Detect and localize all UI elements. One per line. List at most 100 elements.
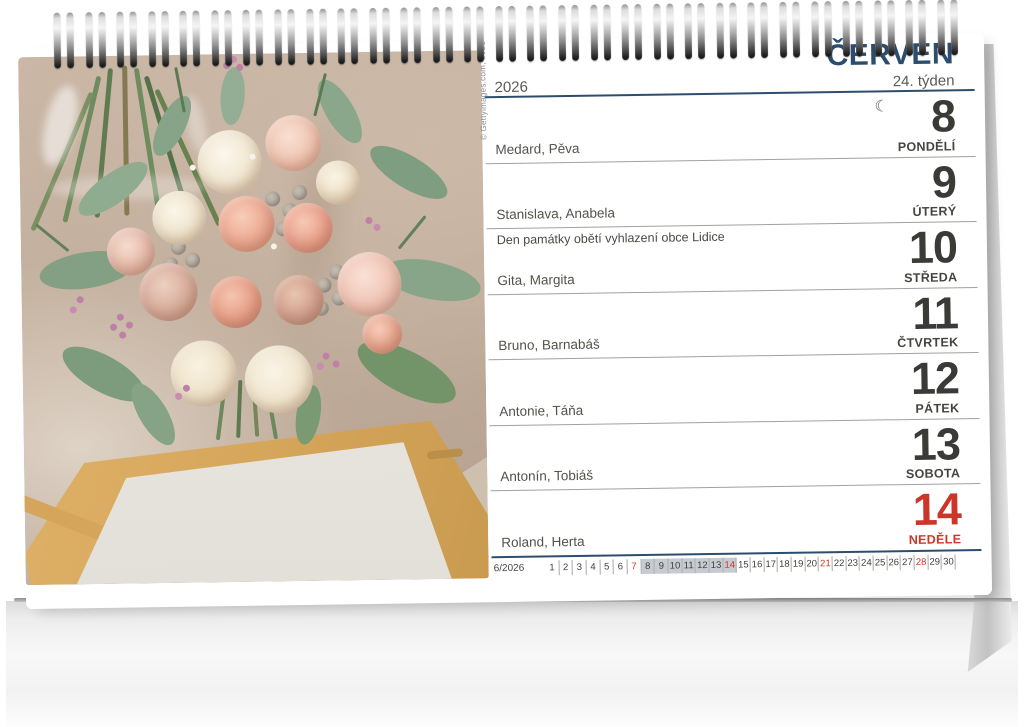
day-row: 13 SOBOTA Antonín, Tobiáš (490, 419, 981, 492)
strip-day: 9 (655, 559, 669, 574)
binding-wire (464, 6, 472, 62)
binding-wire (161, 11, 169, 67)
desk-calendar-scene: © Gettyimages.com, 2025 ČERVEN 2026 24. … (0, 0, 1024, 727)
binding-loop (211, 10, 232, 66)
binding-wire (274, 9, 282, 65)
binding-wire (193, 10, 201, 66)
binding-wire (621, 4, 629, 60)
binding-loop (811, 1, 832, 57)
day-name: NEDĚLE (909, 532, 962, 547)
strip-day: 16 (751, 557, 765, 572)
binding-wire (116, 12, 124, 68)
binding-wire (129, 11, 137, 67)
day-row: 9 ÚTERÝ Stanislava, Anabela (486, 157, 977, 230)
day-name: ČTVRTEK (897, 336, 958, 351)
day-row: 14 NEDĚLE Roland, Herta (491, 484, 982, 558)
day-number: 12 (911, 356, 960, 402)
binding-loop (432, 7, 453, 63)
day-rows: ☾ 8 PONDĚLÍ Medard, Pěva 9 ÚTERÝ Stanisl… (485, 91, 982, 558)
binding-loop (937, 0, 958, 56)
strip-day: 20 (805, 556, 819, 571)
binding-wire (369, 8, 377, 64)
binding-wire (256, 10, 264, 66)
name-days: Medard, Pěva (495, 140, 579, 156)
calendar-page: © Gettyimages.com, 2025 ČERVEN 2026 24. … (18, 33, 992, 609)
binding-wire (905, 0, 913, 56)
binding-wire (634, 4, 642, 60)
binding-loop (337, 8, 358, 64)
strip-day: 24 (860, 556, 874, 571)
binding-wire (211, 10, 219, 66)
binding-wire (495, 6, 503, 62)
binding-wire (224, 10, 232, 66)
binding-wire (842, 1, 850, 57)
day-row: 10 STŘEDA Gita, Margita Den památky obět… (487, 222, 978, 295)
strip-day: 14 (723, 558, 737, 573)
binding-wire (937, 0, 945, 56)
strip-day: 30 (942, 554, 956, 569)
strip-day: 25 (874, 555, 888, 570)
binding-wire (85, 12, 93, 68)
wax-decor (249, 154, 255, 160)
strip-day: 27 (901, 555, 915, 570)
binding-wire (287, 9, 295, 65)
binding-loop (621, 4, 642, 60)
strip-day: 10 (669, 558, 683, 573)
strip-day: 21 (819, 556, 833, 571)
binding-wire (698, 3, 706, 59)
binding-wire (685, 3, 693, 59)
year-label: 2026 (494, 79, 528, 96)
strip-day: 4 (587, 560, 601, 575)
strip-day: 5 (600, 559, 614, 574)
fil-decor (77, 296, 84, 303)
binding-loop (905, 0, 926, 56)
binding-loop (148, 11, 169, 67)
wax-decor (271, 243, 277, 249)
fil-decor (175, 393, 182, 400)
binding-wire (603, 4, 611, 60)
binding-loop (653, 3, 674, 59)
strip-day: 8 (641, 559, 655, 574)
name-days: Gita, Margita (497, 272, 574, 288)
binding-wire (243, 10, 251, 66)
strip-day: 2 (559, 560, 573, 575)
binding-wire (874, 0, 882, 56)
day-number: 10 (909, 224, 958, 270)
strip-day: 17 (764, 557, 778, 572)
strip-day: 18 (778, 557, 792, 572)
binding-wire (666, 3, 674, 59)
strip-day: 6 (614, 559, 628, 574)
binding-wire (950, 0, 958, 55)
binding-wire (918, 0, 926, 56)
binding-loop (495, 6, 516, 62)
binding-wire (811, 1, 819, 57)
binding-loop (558, 5, 579, 61)
week-label: 24. týden (893, 72, 955, 90)
fil-decor (119, 332, 126, 339)
binding-wire (337, 8, 345, 64)
binding-wire (98, 12, 106, 68)
binding-loop (243, 10, 264, 66)
binding-loop (874, 0, 895, 56)
fil-decor (70, 306, 77, 313)
fil-decor (333, 360, 340, 367)
name-days: Stanislava, Anabela (496, 206, 615, 223)
binding-wire (180, 11, 188, 67)
strip-day: 15 (737, 557, 751, 572)
binding-loop (464, 6, 485, 62)
binding-wire (887, 0, 895, 56)
strip-day: 1 (546, 560, 560, 575)
moon-phase-icon: ☾ (874, 96, 889, 116)
binding-loop (527, 5, 548, 61)
binding-wire (824, 1, 832, 57)
fil-decor (117, 314, 124, 321)
binding-wire (855, 1, 863, 57)
binding-wire (432, 7, 440, 63)
binding-loop (842, 1, 863, 57)
binding-wire (527, 6, 535, 62)
day-name: PÁTEK (915, 401, 959, 416)
strip-day: 11 (682, 558, 696, 573)
binding-loop (180, 10, 201, 66)
binding-loop (116, 11, 137, 67)
day-number: 13 (911, 421, 960, 467)
